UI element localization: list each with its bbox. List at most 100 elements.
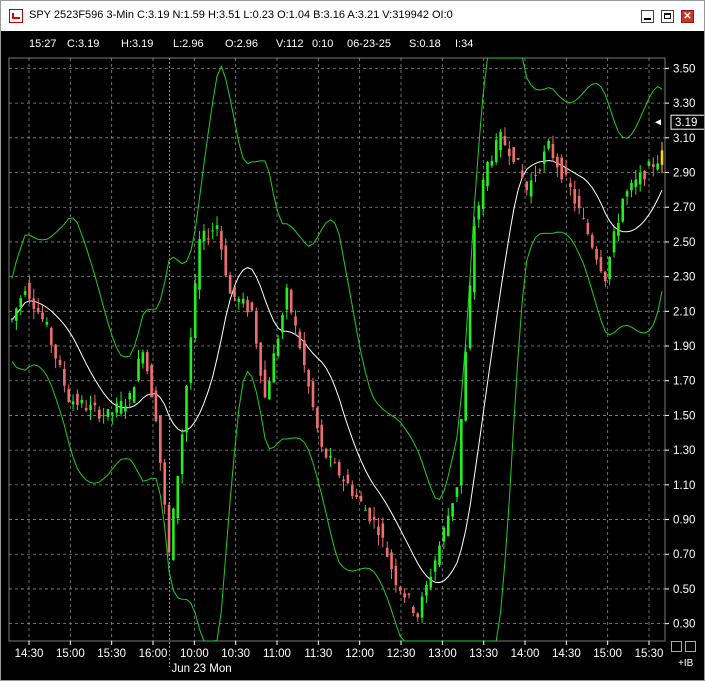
bar-body — [254, 311, 258, 344]
bar-body — [145, 352, 149, 372]
last-price-marker: 3.19 — [655, 114, 704, 130]
bar-body — [350, 485, 354, 496]
y-tick-label: 3.30 — [673, 98, 695, 110]
bar-body — [651, 164, 655, 167]
bar-body — [97, 409, 101, 419]
bar-body — [342, 479, 345, 482]
bar-body — [464, 351, 468, 421]
bar-body — [320, 424, 324, 447]
bar-body — [385, 547, 389, 557]
bar-body — [516, 158, 520, 160]
bar-body — [477, 205, 481, 220]
date-label: Jun 23 Mon — [172, 663, 232, 675]
y-tick-label: 2.30 — [673, 272, 695, 284]
bar-body — [71, 401, 75, 405]
bar-body — [285, 287, 289, 310]
bar-body — [237, 298, 241, 302]
bar-body — [420, 596, 424, 618]
bar-body — [643, 171, 646, 180]
bar-body — [468, 285, 472, 349]
bar-body — [460, 419, 463, 486]
bar-body — [128, 392, 132, 400]
bar-body — [324, 448, 328, 458]
bar-body — [163, 462, 166, 505]
bar-body — [32, 298, 36, 309]
bar-body — [211, 230, 214, 232]
bar-body — [569, 183, 572, 188]
bar-body — [599, 257, 603, 272]
bar-body — [494, 139, 498, 163]
y-tick-label: 1.50 — [673, 410, 695, 422]
price-axis: 3.50 3.30 3.10 2.90 2.70 2.50 2.30 2.10 1.90 1.70… — [665, 63, 695, 631]
bar-body — [215, 225, 219, 229]
bar-body — [111, 412, 114, 415]
x-tick-label: 15:30 — [97, 648, 126, 660]
grid-lines — [8, 57, 666, 667]
bollinger-bands — [11, 57, 663, 642]
y-tick-label: 0.70 — [673, 549, 695, 561]
x-tick-label: 12:30 — [387, 648, 416, 660]
bar-body — [167, 504, 171, 553]
bar-body — [555, 156, 559, 168]
scroll-right-box[interactable] — [685, 641, 696, 652]
bar-body — [246, 299, 249, 313]
x-tick-label: 10:30 — [221, 648, 250, 660]
bar-body — [451, 503, 454, 517]
bar-body — [499, 131, 502, 151]
bar-body — [41, 312, 44, 320]
bar-body — [206, 238, 210, 240]
y-tick-label: 1.70 — [673, 376, 695, 388]
bar-body — [433, 560, 437, 572]
bar-body — [54, 344, 57, 359]
bar-body — [176, 475, 180, 519]
bar-body — [503, 135, 507, 146]
x-tick-label: 14:30 — [15, 648, 44, 660]
bar-body — [76, 393, 79, 405]
bar-body — [268, 381, 271, 400]
x-tick-label: 15:00 — [593, 648, 622, 660]
y-tick-label: 0.90 — [673, 515, 695, 527]
bar-body — [63, 368, 66, 386]
y-tick-label: 2.90 — [673, 168, 695, 180]
last-price-label: 3.19 — [675, 117, 697, 129]
bar-body — [455, 487, 459, 497]
bar-body — [19, 298, 23, 308]
y-tick-label: 3.10 — [673, 133, 695, 145]
bar-body — [28, 282, 31, 299]
upper-band-line — [11, 57, 663, 501]
bar-body — [442, 527, 446, 542]
bar-body — [202, 230, 206, 242]
bar-body — [355, 494, 358, 497]
bar-body — [359, 496, 363, 502]
bar-body — [534, 174, 537, 176]
bar-body — [372, 516, 376, 520]
bar-body — [189, 337, 193, 383]
bar-body — [577, 196, 581, 209]
bar-body — [660, 150, 664, 165]
bar-body — [329, 455, 332, 458]
bar-body — [621, 198, 625, 222]
bar-body — [132, 387, 136, 403]
bar-body — [272, 353, 276, 383]
x-tick-label: 15:30 — [635, 648, 664, 660]
scroll-left-box[interactable] — [671, 641, 682, 652]
bar-body — [590, 235, 594, 248]
bar-body — [508, 148, 511, 157]
y-tick-label: 1.10 — [673, 480, 695, 492]
bar-body — [481, 179, 485, 209]
bar-body — [193, 283, 197, 338]
bar-body — [263, 369, 267, 398]
y-tick-label: 1.90 — [673, 341, 695, 353]
bar-body — [311, 381, 315, 407]
bar-body — [381, 523, 385, 538]
ib-label[interactable]: +IB — [678, 658, 693, 669]
bar-body — [412, 606, 415, 613]
x-tick-label: 11:00 — [263, 648, 291, 660]
bar-body — [377, 526, 380, 536]
y-tick-label: 2.50 — [673, 237, 695, 249]
bar-body — [302, 340, 306, 366]
bar-body — [560, 157, 563, 180]
bar-body — [172, 508, 175, 561]
bar-body — [564, 167, 568, 175]
price-chart[interactable]: 3.50 3.30 3.10 2.90 2.70 2.50 2.30 2.10 1.90 1.70… — [1, 1, 704, 680]
